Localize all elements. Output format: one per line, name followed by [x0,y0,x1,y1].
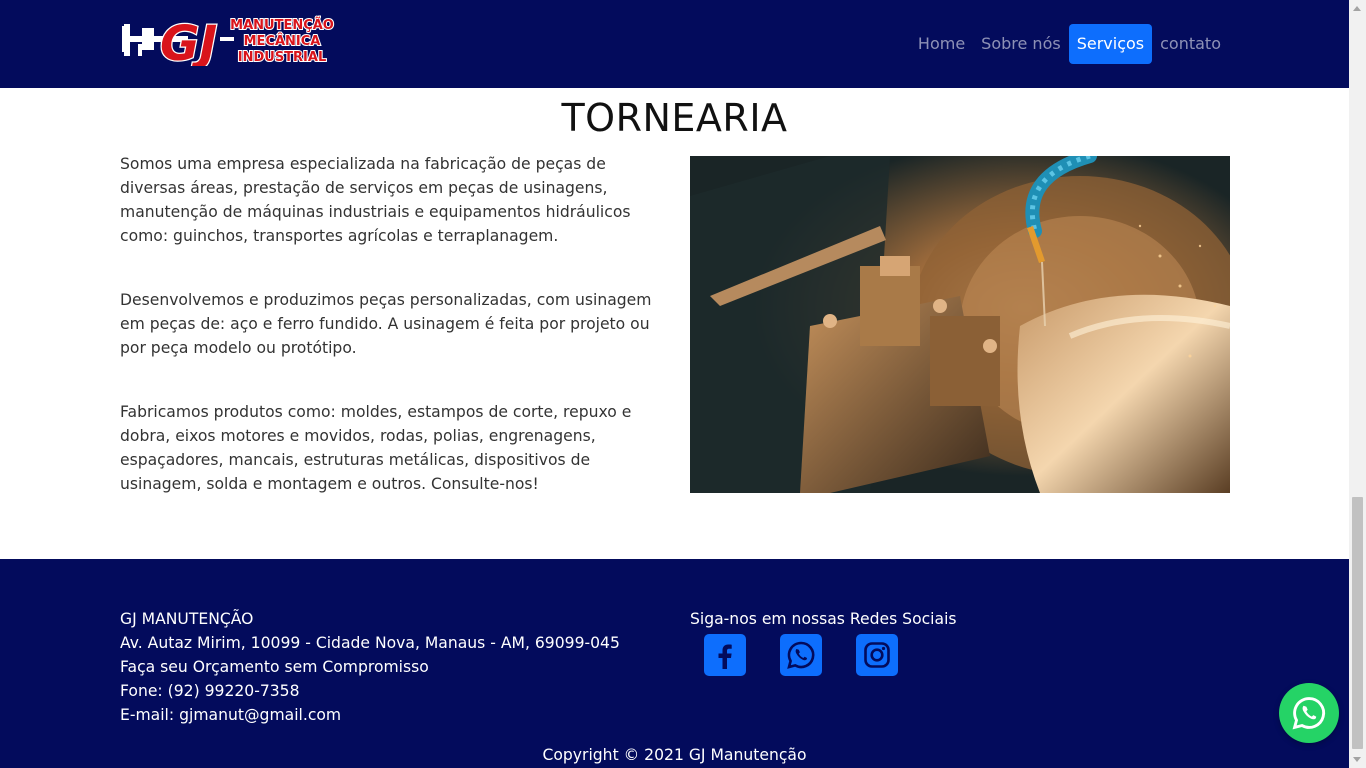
whatsapp-float-button[interactable] [1279,683,1339,743]
tagline: Faça seu Orçamento sem Compromisso [120,658,429,676]
main-nav: Home Sobre nós Serviços contato [910,24,1229,64]
address: Av. Autaz Mirim, 10099 - Cidade Nova, Ma… [120,634,620,652]
page-title: TORNEARIA [561,96,788,140]
nav-home[interactable]: Home [910,24,973,64]
paragraph-1: Somos uma empresa especializada na fabri… [120,155,631,245]
logo-initials: GJ [160,16,217,66]
lathe-machine-photo [690,156,1230,493]
nav-sobre-nos[interactable]: Sobre nós [973,24,1069,64]
contact-info: GJ MANUTENÇÃO Av. Autaz Mirim, 10099 - C… [120,607,620,727]
phone[interactable]: Fone: (92) 99220-7358 [120,679,620,703]
footer: GJ MANUTENÇÃO Av. Autaz Mirim, 10099 - C… [0,559,1349,768]
company-name: GJ MANUTENÇÃO [120,610,254,628]
whatsapp-icon [1292,697,1326,730]
email[interactable]: E-mail: gjmanut@gmail.com [120,703,620,727]
paragraph-2: Desenvolvemos e produzimos peças persona… [120,291,652,357]
social-heading: Siga-nos em nossas Redes Sociais [690,610,957,628]
scrollbar-thumb[interactable] [1352,497,1363,749]
scroll-up-arrow[interactable] [1353,6,1361,11]
service-description: Somos uma empresa especializada na fabri… [120,152,668,536]
nav-servicos[interactable]: Serviços [1068,24,1153,64]
paragraph-3: Fabricamos produtos como: moldes, estamp… [120,403,632,493]
instagram-icon[interactable] [856,634,898,676]
page-scrollbar[interactable] [1349,0,1366,768]
copyright: Copyright © 2021 GJ Manutenção [542,746,807,764]
logo-line-1: MANUTENÇÃO [230,17,334,33]
scroll-down-arrow[interactable] [1353,757,1361,762]
logo-line-3: INDUSTRIAL [238,50,327,65]
page: GJ MANUTENÇÃO MECÂNICA INDUSTRIAL Home S… [0,0,1349,768]
whatsapp-icon[interactable] [780,634,822,676]
company-logo[interactable]: GJ MANUTENÇÃO MECÂNICA INDUSTRIAL [120,14,340,66]
nav-contato[interactable]: contato [1152,24,1229,64]
social-icons [704,634,957,676]
navbar: GJ MANUTENÇÃO MECÂNICA INDUSTRIAL Home S… [0,0,1349,88]
facebook-icon[interactable] [704,634,746,676]
logo-line-2: MECÂNICA [244,33,321,49]
social-section: Siga-nos em nossas Redes Sociais [690,607,957,676]
